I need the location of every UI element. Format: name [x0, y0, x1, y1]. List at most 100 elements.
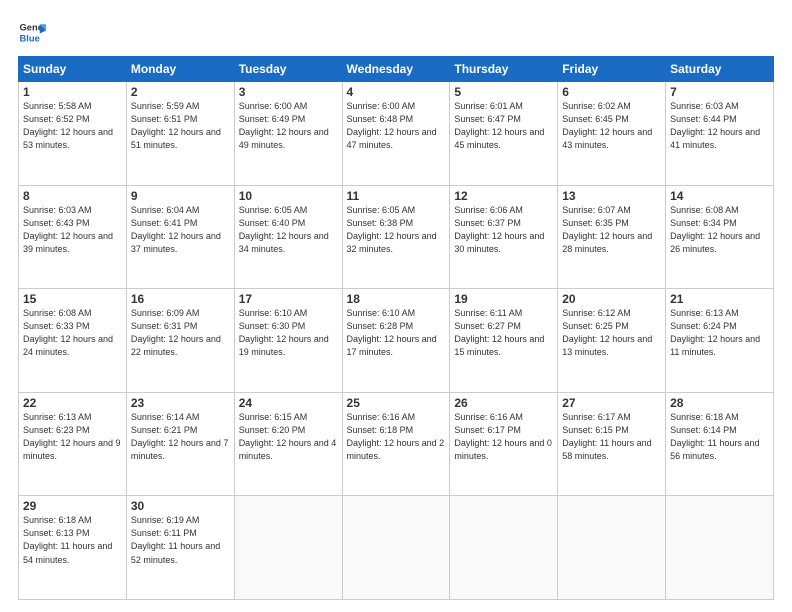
- day-info: Sunrise: 6:11 AMSunset: 6:27 PMDaylight:…: [454, 307, 553, 359]
- calendar-week-5: 29Sunrise: 6:18 AMSunset: 6:13 PMDayligh…: [19, 496, 774, 600]
- calendar-cell: 28Sunrise: 6:18 AMSunset: 6:14 PMDayligh…: [666, 392, 774, 496]
- day-number: 17: [239, 292, 338, 306]
- calendar-header-friday: Friday: [558, 57, 666, 82]
- day-info: Sunrise: 6:03 AMSunset: 6:44 PMDaylight:…: [670, 100, 769, 152]
- calendar-cell: 29Sunrise: 6:18 AMSunset: 6:13 PMDayligh…: [19, 496, 127, 600]
- day-number: 26: [454, 396, 553, 410]
- calendar-cell: 10Sunrise: 6:05 AMSunset: 6:40 PMDayligh…: [234, 185, 342, 289]
- day-info: Sunrise: 6:03 AMSunset: 6:43 PMDaylight:…: [23, 204, 122, 256]
- calendar-cell: 2Sunrise: 5:59 AMSunset: 6:51 PMDaylight…: [126, 82, 234, 186]
- calendar-cell: 11Sunrise: 6:05 AMSunset: 6:38 PMDayligh…: [342, 185, 450, 289]
- calendar-cell: 9Sunrise: 6:04 AMSunset: 6:41 PMDaylight…: [126, 185, 234, 289]
- calendar-week-1: 1Sunrise: 5:58 AMSunset: 6:52 PMDaylight…: [19, 82, 774, 186]
- day-info: Sunrise: 6:00 AMSunset: 6:48 PMDaylight:…: [347, 100, 446, 152]
- calendar-cell: 24Sunrise: 6:15 AMSunset: 6:20 PMDayligh…: [234, 392, 342, 496]
- day-info: Sunrise: 6:08 AMSunset: 6:34 PMDaylight:…: [670, 204, 769, 256]
- calendar: SundayMondayTuesdayWednesdayThursdayFrid…: [18, 56, 774, 600]
- day-number: 9: [131, 189, 230, 203]
- day-info: Sunrise: 6:17 AMSunset: 6:15 PMDaylight:…: [562, 411, 661, 463]
- day-number: 22: [23, 396, 122, 410]
- day-number: 10: [239, 189, 338, 203]
- day-number: 4: [347, 85, 446, 99]
- day-number: 8: [23, 189, 122, 203]
- day-number: 18: [347, 292, 446, 306]
- day-number: 14: [670, 189, 769, 203]
- header: General Blue: [18, 18, 774, 46]
- day-number: 7: [670, 85, 769, 99]
- day-number: 1: [23, 85, 122, 99]
- calendar-cell: [666, 496, 774, 600]
- calendar-cell: 27Sunrise: 6:17 AMSunset: 6:15 PMDayligh…: [558, 392, 666, 496]
- day-number: 6: [562, 85, 661, 99]
- day-info: Sunrise: 6:05 AMSunset: 6:40 PMDaylight:…: [239, 204, 338, 256]
- day-number: 27: [562, 396, 661, 410]
- calendar-cell: 17Sunrise: 6:10 AMSunset: 6:30 PMDayligh…: [234, 289, 342, 393]
- day-info: Sunrise: 6:18 AMSunset: 6:13 PMDaylight:…: [23, 514, 122, 566]
- logo-icon: General Blue: [18, 18, 46, 46]
- svg-text:Blue: Blue: [20, 33, 40, 43]
- calendar-cell: [234, 496, 342, 600]
- day-number: 15: [23, 292, 122, 306]
- calendar-header-wednesday: Wednesday: [342, 57, 450, 82]
- day-number: 29: [23, 499, 122, 513]
- calendar-cell: 15Sunrise: 6:08 AMSunset: 6:33 PMDayligh…: [19, 289, 127, 393]
- day-info: Sunrise: 6:09 AMSunset: 6:31 PMDaylight:…: [131, 307, 230, 359]
- day-info: Sunrise: 5:58 AMSunset: 6:52 PMDaylight:…: [23, 100, 122, 152]
- calendar-cell: 23Sunrise: 6:14 AMSunset: 6:21 PMDayligh…: [126, 392, 234, 496]
- calendar-header-saturday: Saturday: [666, 57, 774, 82]
- calendar-cell: 26Sunrise: 6:16 AMSunset: 6:17 PMDayligh…: [450, 392, 558, 496]
- calendar-cell: 25Sunrise: 6:16 AMSunset: 6:18 PMDayligh…: [342, 392, 450, 496]
- calendar-cell: [342, 496, 450, 600]
- day-number: 5: [454, 85, 553, 99]
- day-info: Sunrise: 5:59 AMSunset: 6:51 PMDaylight:…: [131, 100, 230, 152]
- day-number: 16: [131, 292, 230, 306]
- calendar-cell: [558, 496, 666, 600]
- day-info: Sunrise: 6:19 AMSunset: 6:11 PMDaylight:…: [131, 514, 230, 566]
- day-number: 30: [131, 499, 230, 513]
- calendar-cell: 13Sunrise: 6:07 AMSunset: 6:35 PMDayligh…: [558, 185, 666, 289]
- calendar-cell: 4Sunrise: 6:00 AMSunset: 6:48 PMDaylight…: [342, 82, 450, 186]
- calendar-header-row: SundayMondayTuesdayWednesdayThursdayFrid…: [19, 57, 774, 82]
- day-info: Sunrise: 6:16 AMSunset: 6:17 PMDaylight:…: [454, 411, 553, 463]
- day-info: Sunrise: 6:13 AMSunset: 6:23 PMDaylight:…: [23, 411, 122, 463]
- day-info: Sunrise: 6:18 AMSunset: 6:14 PMDaylight:…: [670, 411, 769, 463]
- calendar-cell: 12Sunrise: 6:06 AMSunset: 6:37 PMDayligh…: [450, 185, 558, 289]
- calendar-cell: 21Sunrise: 6:13 AMSunset: 6:24 PMDayligh…: [666, 289, 774, 393]
- day-info: Sunrise: 6:05 AMSunset: 6:38 PMDaylight:…: [347, 204, 446, 256]
- calendar-cell: 14Sunrise: 6:08 AMSunset: 6:34 PMDayligh…: [666, 185, 774, 289]
- calendar-cell: 6Sunrise: 6:02 AMSunset: 6:45 PMDaylight…: [558, 82, 666, 186]
- day-number: 21: [670, 292, 769, 306]
- calendar-header-monday: Monday: [126, 57, 234, 82]
- day-info: Sunrise: 6:14 AMSunset: 6:21 PMDaylight:…: [131, 411, 230, 463]
- day-info: Sunrise: 6:15 AMSunset: 6:20 PMDaylight:…: [239, 411, 338, 463]
- calendar-cell: 5Sunrise: 6:01 AMSunset: 6:47 PMDaylight…: [450, 82, 558, 186]
- day-number: 2: [131, 85, 230, 99]
- day-number: 20: [562, 292, 661, 306]
- day-number: 11: [347, 189, 446, 203]
- calendar-cell: 30Sunrise: 6:19 AMSunset: 6:11 PMDayligh…: [126, 496, 234, 600]
- day-number: 25: [347, 396, 446, 410]
- calendar-header-tuesday: Tuesday: [234, 57, 342, 82]
- calendar-cell: 3Sunrise: 6:00 AMSunset: 6:49 PMDaylight…: [234, 82, 342, 186]
- day-number: 3: [239, 85, 338, 99]
- day-number: 23: [131, 396, 230, 410]
- calendar-cell: 19Sunrise: 6:11 AMSunset: 6:27 PMDayligh…: [450, 289, 558, 393]
- day-info: Sunrise: 6:07 AMSunset: 6:35 PMDaylight:…: [562, 204, 661, 256]
- day-info: Sunrise: 6:12 AMSunset: 6:25 PMDaylight:…: [562, 307, 661, 359]
- day-number: 13: [562, 189, 661, 203]
- calendar-header-sunday: Sunday: [19, 57, 127, 82]
- day-number: 24: [239, 396, 338, 410]
- calendar-week-4: 22Sunrise: 6:13 AMSunset: 6:23 PMDayligh…: [19, 392, 774, 496]
- calendar-cell: 18Sunrise: 6:10 AMSunset: 6:28 PMDayligh…: [342, 289, 450, 393]
- day-info: Sunrise: 6:00 AMSunset: 6:49 PMDaylight:…: [239, 100, 338, 152]
- logo: General Blue: [18, 18, 50, 46]
- calendar-cell: [450, 496, 558, 600]
- calendar-cell: 1Sunrise: 5:58 AMSunset: 6:52 PMDaylight…: [19, 82, 127, 186]
- day-info: Sunrise: 6:04 AMSunset: 6:41 PMDaylight:…: [131, 204, 230, 256]
- calendar-cell: 20Sunrise: 6:12 AMSunset: 6:25 PMDayligh…: [558, 289, 666, 393]
- day-info: Sunrise: 6:02 AMSunset: 6:45 PMDaylight:…: [562, 100, 661, 152]
- day-info: Sunrise: 6:06 AMSunset: 6:37 PMDaylight:…: [454, 204, 553, 256]
- day-number: 12: [454, 189, 553, 203]
- day-number: 19: [454, 292, 553, 306]
- calendar-cell: 7Sunrise: 6:03 AMSunset: 6:44 PMDaylight…: [666, 82, 774, 186]
